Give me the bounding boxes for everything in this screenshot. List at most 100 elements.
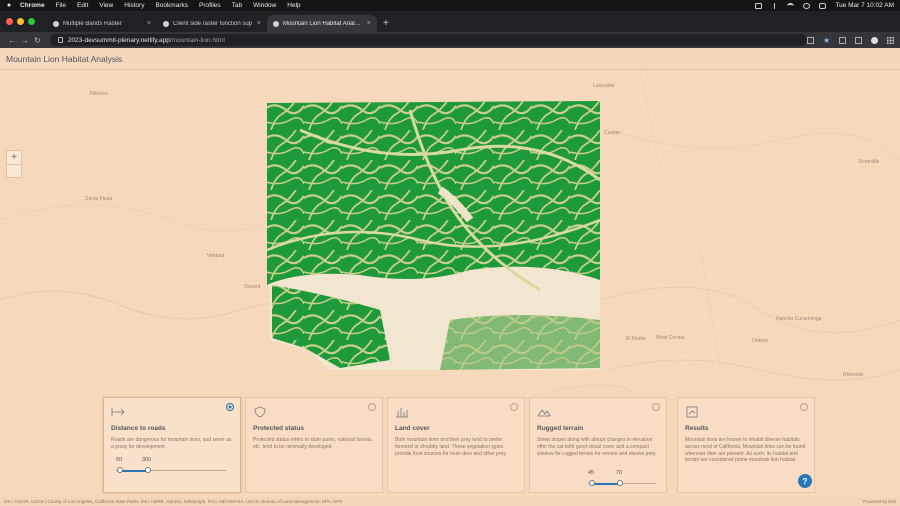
window-controls xyxy=(6,11,35,32)
criteria-card-rugged-terrain[interactable]: Rugged terrain Steep slopes along with a… xyxy=(529,397,667,493)
control-center-icon[interactable] xyxy=(819,2,827,9)
slider-max-thumb[interactable] xyxy=(617,480,623,486)
place-label: Ventura xyxy=(207,253,225,259)
browser-toolbar: ← → ↻ 2023-devsummit-plenary.netlify.app… xyxy=(0,32,900,48)
card-title: Rugged terrain xyxy=(537,425,584,432)
wifi-icon[interactable] xyxy=(787,2,795,9)
url-path: /mountain-lion.html xyxy=(169,36,225,44)
slider-max-label: 70 xyxy=(616,470,623,476)
card-description: Mountain lions are known to inhabit dive… xyxy=(685,437,806,464)
card-title: Protected status xyxy=(253,425,304,432)
card-description: Steep slopes along with abrupt changes i… xyxy=(537,437,657,457)
place-label: Fillmore xyxy=(90,91,108,97)
place-label: Oxnard xyxy=(244,284,261,290)
minimize-window-button[interactable] xyxy=(17,18,24,25)
zoom-in-button[interactable]: + xyxy=(7,151,21,164)
menu-app[interactable]: Chrome xyxy=(20,2,45,9)
menu-file[interactable]: File xyxy=(56,2,66,9)
clock[interactable]: Tue Mar 7 10:02 AM xyxy=(835,2,894,9)
card-radio[interactable] xyxy=(368,403,376,411)
slider-max-thumb[interactable] xyxy=(145,467,151,473)
close-icon[interactable]: × xyxy=(257,20,261,27)
tab-mountain-lion[interactable]: Mountain Lion Habitat Analysis × xyxy=(267,15,377,32)
menu-bookmarks[interactable]: Bookmarks xyxy=(155,2,188,9)
map-attribution: Esri, CGIAR, USGS | County of Los Angele… xyxy=(0,497,900,506)
menu-history[interactable]: History xyxy=(124,2,144,9)
place-label: Santa Paula xyxy=(85,196,113,202)
tab-label: Mountain Lion Habitat Analysis xyxy=(283,20,363,27)
bookmark-star-icon[interactable]: ★ xyxy=(823,36,830,44)
slider-range-fill xyxy=(592,482,620,485)
browser-tab-strip: Multiple Bands Raster × Client side rast… xyxy=(0,11,900,32)
terrain-range-slider[interactable]: 45 70 xyxy=(588,470,656,488)
place-label: West Covina xyxy=(656,335,685,341)
sidebar-icon[interactable] xyxy=(855,36,862,44)
road-distance-icon xyxy=(111,408,125,416)
globe-icon xyxy=(273,20,279,27)
slider-range-fill xyxy=(120,469,148,472)
place-label: Victorville xyxy=(858,159,880,165)
shield-icon xyxy=(254,406,266,418)
card-title: Distance to roads xyxy=(111,425,166,432)
apple-icon[interactable]: ● xyxy=(6,2,12,9)
distance-range-slider[interactable]: 60 300 xyxy=(116,457,226,475)
card-title: Results xyxy=(685,425,709,432)
forward-arrow-icon[interactable]: → xyxy=(19,36,32,45)
profile-avatar[interactable] xyxy=(871,36,878,44)
card-radio[interactable] xyxy=(226,403,234,411)
criteria-card-distance-to-roads[interactable]: Distance to roads Roads are dangerous fo… xyxy=(103,397,241,493)
slider-min-label: 45 xyxy=(588,470,595,476)
extensions-icon[interactable] xyxy=(839,36,846,44)
mac-menu-bar: ● Chrome File Edit View History Bookmark… xyxy=(0,0,900,11)
criteria-card-protected-status[interactable]: Protected status Protected status refers… xyxy=(245,397,383,493)
more-menu-icon[interactable] xyxy=(887,36,894,44)
menu-edit[interactable]: Edit xyxy=(77,2,88,9)
slider-min-label: 60 xyxy=(116,457,123,463)
camera-icon[interactable] xyxy=(755,2,763,9)
back-arrow-icon[interactable]: ← xyxy=(6,36,19,45)
page-title: Mountain Lion Habitat Analysis xyxy=(6,53,123,64)
powered-by-link[interactable]: Powered by Esri xyxy=(863,499,896,504)
place-label: Rancho Cucamonga xyxy=(776,316,822,322)
close-window-button[interactable] xyxy=(6,18,13,25)
attribution-text: Esri, CGIAR, USGS | County of Los Angele… xyxy=(4,499,343,504)
share-icon[interactable] xyxy=(807,36,814,44)
criteria-card-land-cover[interactable]: Land cover Both mountain lions and their… xyxy=(387,397,525,493)
tab-client-side-raster[interactable]: Client side raster function sup × xyxy=(157,15,267,32)
menu-view[interactable]: View xyxy=(99,2,113,9)
tab-label: Multiple Bands Raster xyxy=(63,20,122,27)
tab-multiple-bands[interactable]: Multiple Bands Raster × xyxy=(47,15,157,32)
place-label: Riverside xyxy=(843,372,864,378)
menu-window[interactable]: Window xyxy=(253,2,276,9)
help-button[interactable]: ? xyxy=(798,474,812,488)
search-icon[interactable] xyxy=(803,2,811,9)
tab-label: Client side raster function sup xyxy=(173,20,253,27)
lock-icon[interactable] xyxy=(57,37,63,43)
menu-tab[interactable]: Tab xyxy=(232,2,242,9)
criteria-card-results[interactable]: Results Mountain lions are known to inha… xyxy=(677,397,815,493)
globe-icon xyxy=(163,20,169,27)
menu-profiles[interactable]: Profiles xyxy=(199,2,221,9)
place-label: El Monte xyxy=(626,336,646,342)
new-tab-button[interactable]: + xyxy=(377,15,395,32)
card-radio[interactable] xyxy=(800,403,808,411)
place-label: Lancaster xyxy=(593,83,615,89)
slider-min-thumb[interactable] xyxy=(589,480,595,486)
close-icon[interactable]: × xyxy=(367,20,371,27)
land-cover-icon xyxy=(396,408,408,418)
mountain-icon xyxy=(537,409,551,417)
card-description: Roads are dangerous for mountain lions, … xyxy=(111,437,232,450)
globe-icon xyxy=(53,20,59,27)
reload-icon[interactable]: ↻ xyxy=(31,36,44,45)
card-radio[interactable] xyxy=(510,403,518,411)
maximize-window-button[interactable] xyxy=(28,18,35,25)
slider-max-label: 300 xyxy=(142,457,152,463)
bluetooth-icon[interactable] xyxy=(771,2,779,9)
card-radio[interactable] xyxy=(652,403,660,411)
results-icon xyxy=(686,406,698,418)
zoom-out-button[interactable] xyxy=(7,163,21,178)
menu-help[interactable]: Help xyxy=(287,2,300,9)
slider-min-thumb[interactable] xyxy=(117,467,123,473)
address-bar[interactable]: 2023-devsummit-plenary.netlify.app/mount… xyxy=(49,34,807,46)
close-icon[interactable]: × xyxy=(147,20,151,27)
